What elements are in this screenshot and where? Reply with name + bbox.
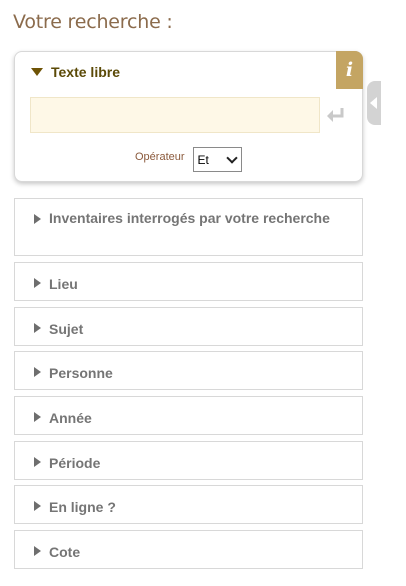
facet-inventaires[interactable]: Inventaires interrogés par votre recherc… bbox=[14, 198, 363, 256]
info-icon: i bbox=[345, 59, 354, 81]
collapse-tab[interactable] bbox=[367, 81, 381, 125]
facet-periode[interactable]: Période bbox=[14, 441, 363, 480]
caret-right-icon bbox=[34, 412, 41, 422]
facet-personne[interactable]: Personne bbox=[14, 351, 363, 390]
facet-lieu[interactable]: Lieu bbox=[14, 262, 363, 301]
operator-select[interactable]: Et bbox=[192, 147, 242, 172]
caret-right-icon bbox=[34, 501, 41, 511]
facet-label: Lieu bbox=[49, 276, 78, 292]
facet-label: Cote bbox=[49, 544, 81, 560]
free-text-title: Texte libre bbox=[51, 64, 120, 80]
facet-label: En ligne ? bbox=[49, 499, 116, 515]
chevron-left-icon bbox=[370, 97, 377, 109]
facet-label: Personne bbox=[49, 365, 113, 381]
facet-en-ligne[interactable]: En ligne ? bbox=[14, 485, 363, 524]
facet-label: Année bbox=[49, 410, 92, 426]
facet-annee[interactable]: Année bbox=[14, 396, 363, 435]
enter-return-icon[interactable] bbox=[325, 106, 347, 124]
facet-label: Sujet bbox=[49, 321, 84, 337]
caret-down-icon bbox=[31, 68, 43, 76]
facet-label: Période bbox=[49, 455, 101, 471]
free-text-header[interactable]: Texte libre bbox=[31, 64, 120, 80]
page-title: Votre recherche : bbox=[13, 11, 173, 33]
caret-right-icon bbox=[34, 546, 41, 556]
operator-label: Opérateur bbox=[135, 150, 185, 163]
caret-right-icon bbox=[34, 367, 41, 377]
free-text-panel: Texte libre i Opérateur Et bbox=[14, 51, 363, 182]
caret-right-icon bbox=[34, 214, 41, 224]
caret-right-icon bbox=[34, 323, 41, 333]
info-button[interactable]: i bbox=[336, 51, 363, 89]
facet-cote[interactable]: Cote bbox=[14, 530, 363, 569]
caret-right-icon bbox=[34, 278, 41, 288]
caret-right-icon bbox=[34, 457, 41, 467]
facet-label: Inventaires interrogés par votre recherc… bbox=[49, 210, 330, 226]
operator-value: Et bbox=[197, 152, 209, 167]
operator-row: Opérateur Et bbox=[135, 147, 242, 172]
free-text-input[interactable] bbox=[30, 97, 320, 133]
facet-sujet[interactable]: Sujet bbox=[14, 307, 363, 346]
chevron-down-icon bbox=[225, 151, 238, 164]
